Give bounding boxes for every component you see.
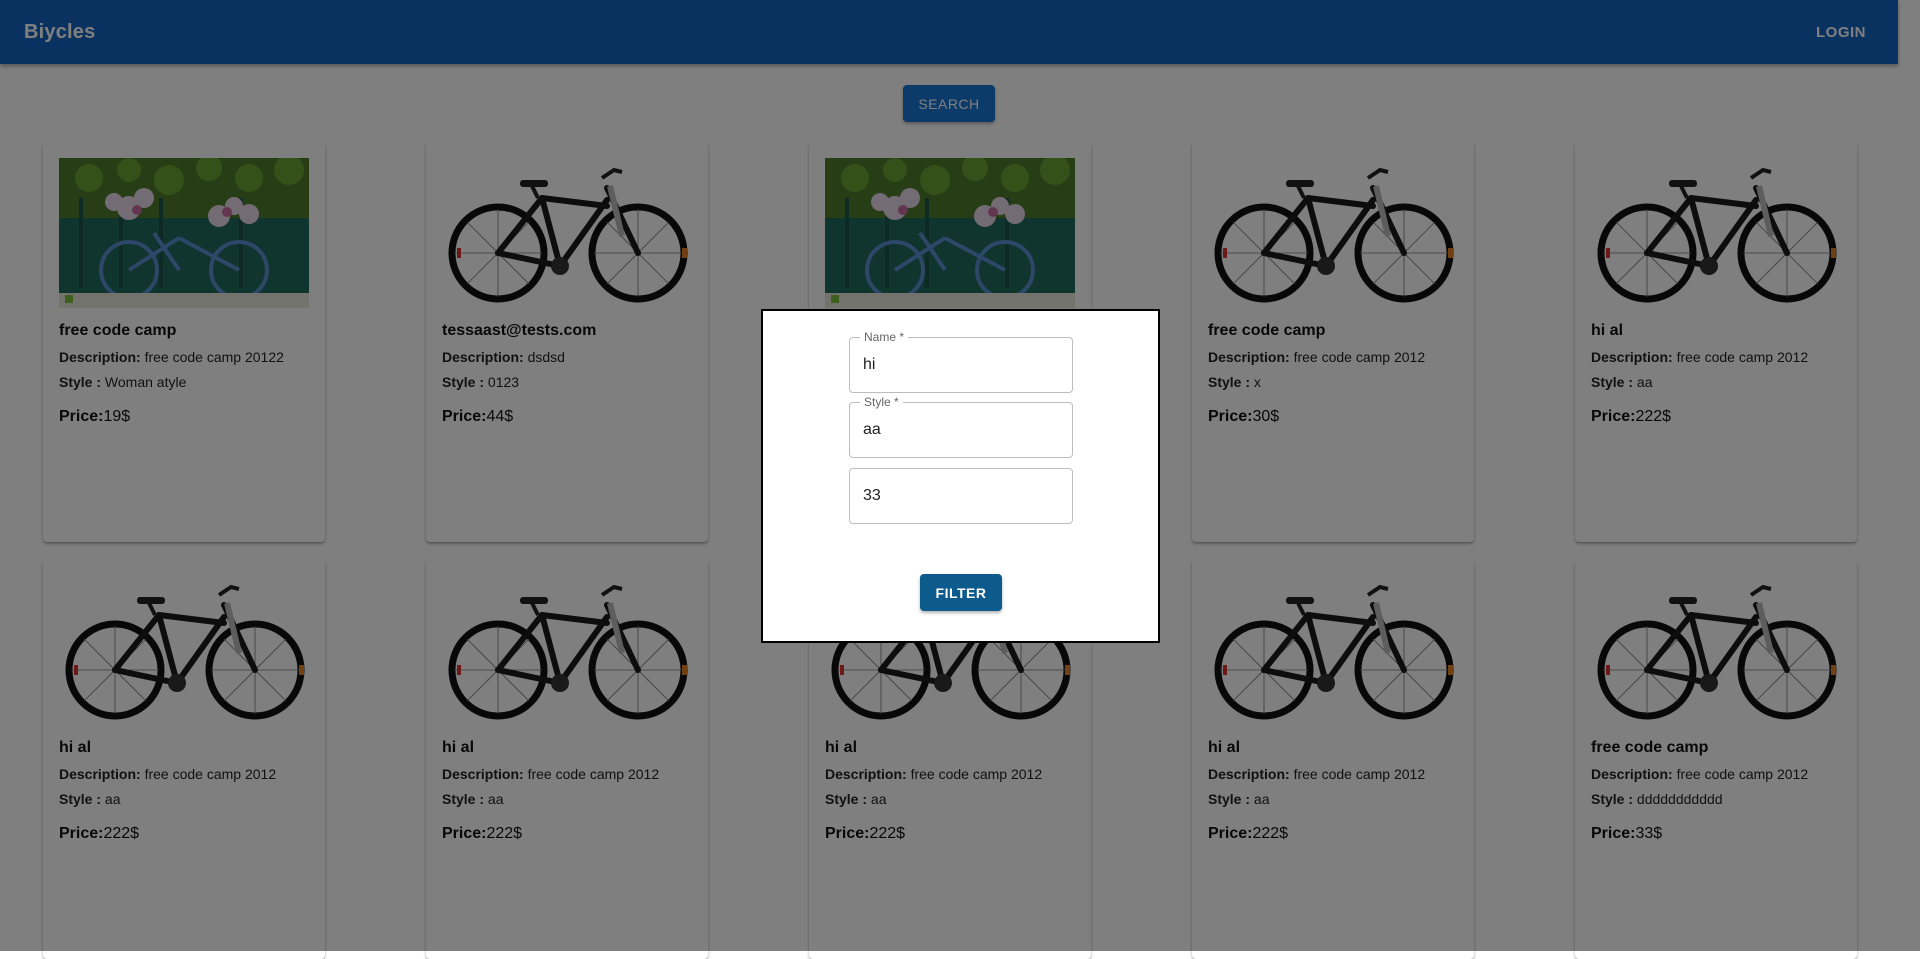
price-field-value: 33 (863, 487, 881, 504)
style-field-value: aa (863, 421, 881, 438)
price-field[interactable]: 33 (849, 468, 1073, 524)
style-field-label: Style * (860, 395, 903, 409)
name-field-value: hi (863, 356, 876, 373)
style-field[interactable]: Style * aa (849, 395, 1073, 458)
filter-button[interactable]: FILTER (920, 574, 1002, 611)
filter-modal: Name * hi Style * aa 33 FILTER (761, 309, 1160, 643)
name-field-label: Name * (860, 330, 909, 344)
name-field[interactable]: Name * hi (849, 330, 1073, 393)
